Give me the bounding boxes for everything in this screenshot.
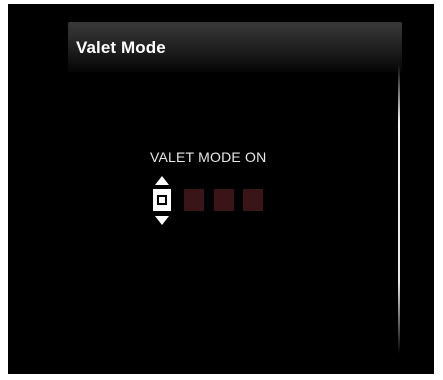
valet-mode-screen: Valet Mode VALET MODE ON (8, 4, 434, 374)
chevron-down-icon[interactable] (155, 216, 169, 225)
digit-glyph (157, 195, 167, 205)
pin-digit-3[interactable] (214, 189, 234, 211)
valet-status-text: VALET MODE ON (150, 149, 267, 165)
pin-digit-1-selector[interactable] (151, 176, 173, 228)
pin-digit-2[interactable] (184, 189, 204, 211)
chevron-up-icon[interactable] (155, 176, 169, 185)
pin-digit-1[interactable] (153, 189, 171, 211)
title-bar: Valet Mode (68, 22, 402, 72)
pin-entry (151, 176, 291, 228)
pin-digit-4[interactable] (243, 189, 263, 211)
scrollbar (398, 64, 400, 354)
page-title: Valet Mode (76, 38, 166, 57)
